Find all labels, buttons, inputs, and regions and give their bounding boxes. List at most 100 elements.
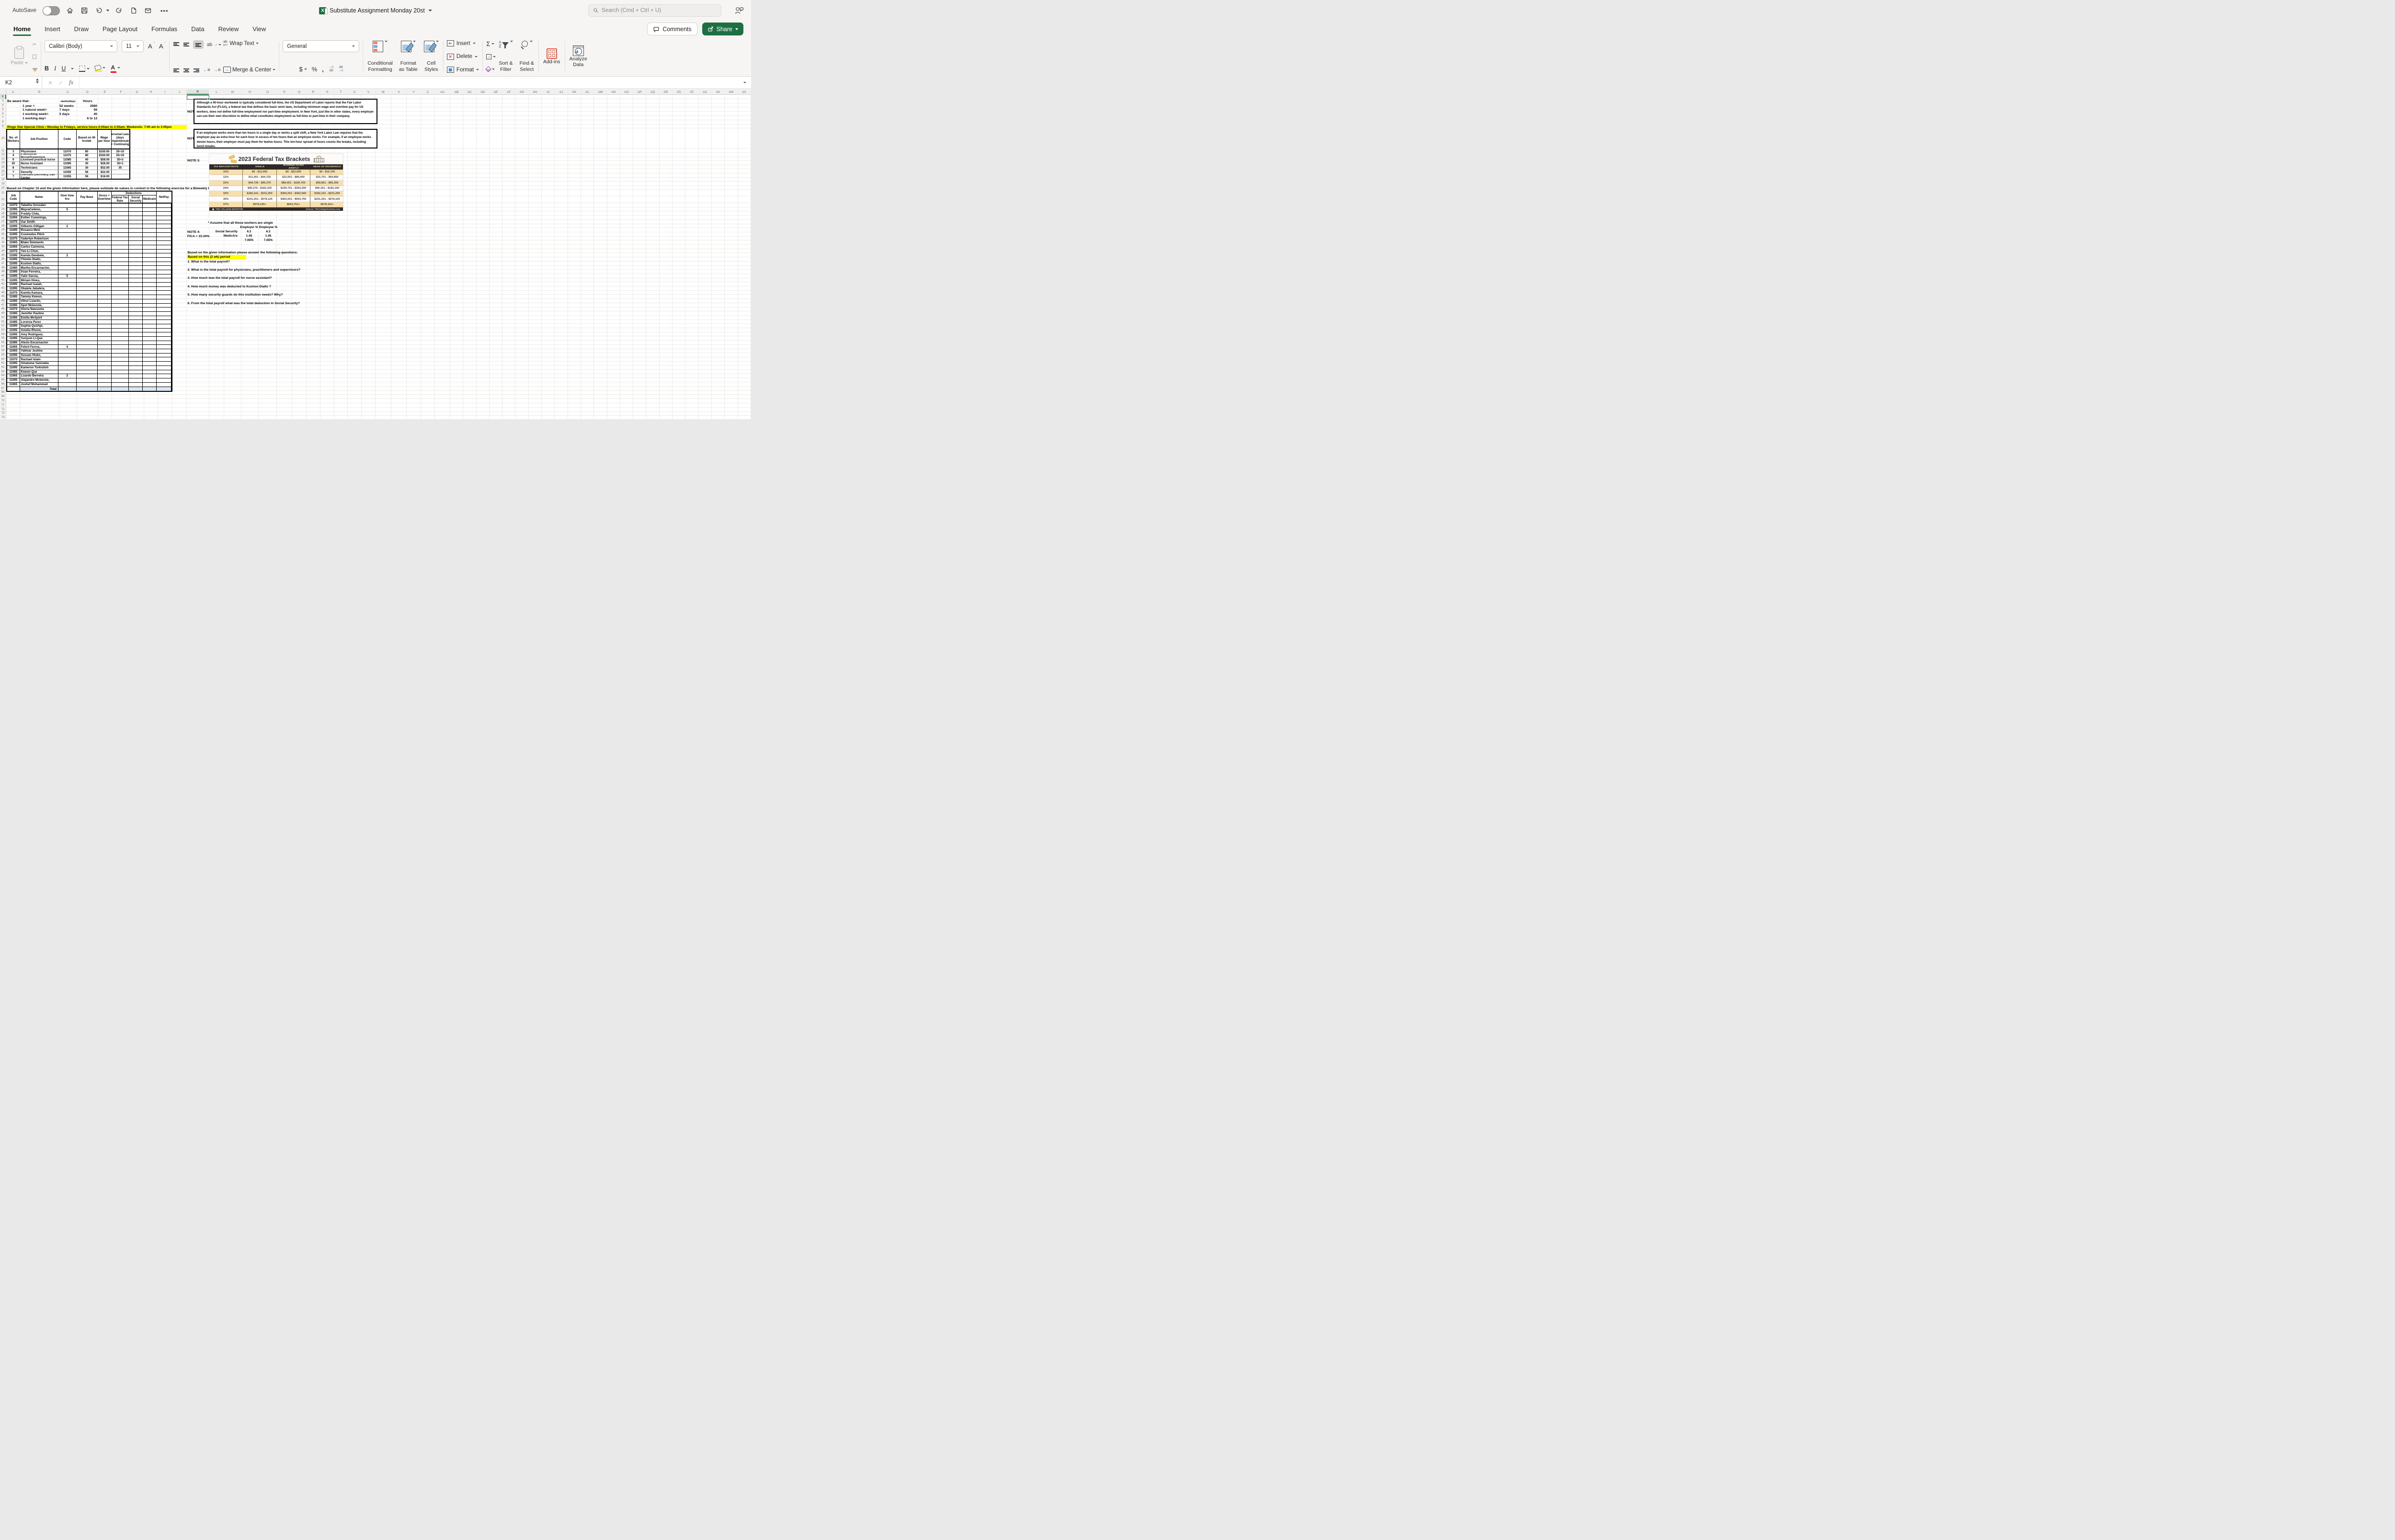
cell-pay-base[interactable]	[77, 286, 98, 291]
cell-overtime[interactable]	[58, 220, 77, 224]
cell-employee-name[interactable]: Rachael Isaiah,	[20, 283, 58, 286]
job-table-row[interactable]: 9 Licensed practical nurse 11085 40 $58.…	[7, 158, 129, 162]
row-header[interactable]: 28	[0, 224, 6, 228]
payroll-row[interactable]: 11095 Alejandro Mckenzie,	[7, 378, 171, 383]
cell-gross[interactable]	[98, 270, 112, 274]
align-left-button[interactable]	[173, 67, 180, 73]
tab-page-layout[interactable]: Page Layout	[102, 23, 138, 34]
column-header[interactable]: AP	[633, 90, 646, 95]
payroll-row[interactable]: 11075 Gar Smith	[7, 220, 171, 225]
cell-pay-base[interactable]	[77, 253, 98, 257]
cell-overtime[interactable]	[58, 228, 77, 232]
cell-medicare[interactable]	[143, 237, 157, 241]
cell-leave[interactable]: 35+10	[112, 149, 129, 153]
cell-social-security[interactable]	[129, 270, 143, 274]
column-header[interactable]: R	[307, 90, 320, 95]
cell-wage[interactable]: $58.00	[98, 158, 112, 162]
cell-netpay[interactable]	[157, 270, 171, 274]
cell-social-security[interactable]	[129, 357, 143, 362]
cell-job-code[interactable]: 11095	[7, 253, 20, 257]
column-header[interactable]: I	[158, 90, 172, 95]
cell-assume-single[interactable]: * Assume that all these workers are sing…	[208, 221, 273, 225]
cell-employee-name[interactable]: Thimilu Diallo,	[20, 257, 58, 262]
cell-netpay[interactable]	[157, 224, 171, 228]
row-header[interactable]: 58	[0, 348, 6, 353]
payroll-row[interactable]: 11085 Martha Encarnacion,	[7, 266, 171, 270]
cell-info-value[interactable]: 7 days	[59, 108, 69, 112]
cell-medicare[interactable]	[143, 207, 157, 212]
row-header[interactable]: 20	[0, 186, 6, 190]
cell-overtime[interactable]	[58, 212, 77, 216]
cell-federal-tax[interactable]	[112, 370, 129, 374]
cell-job-code[interactable]: 11070	[7, 357, 20, 362]
cell-job-code[interactable]: 11085	[7, 370, 20, 374]
payroll-row[interactable]: 11095 Yunyum Li-Que	[7, 337, 171, 341]
cell-medicare[interactable]	[143, 278, 157, 283]
cell-job-code[interactable]: 11085	[7, 266, 20, 270]
cell-federal-tax[interactable]	[112, 291, 129, 295]
cell-medicare[interactable]	[143, 374, 157, 378]
cell-chapter-instruction[interactable]: Based on Chapter 10 and the given inform…	[7, 187, 231, 190]
cell-gross[interactable]	[98, 357, 112, 362]
cell-federal-tax[interactable]	[112, 303, 129, 308]
cell-job-code[interactable]: 11075	[7, 249, 20, 253]
home-icon[interactable]	[66, 7, 74, 15]
cell-workers[interactable]: 20	[7, 162, 20, 166]
row-header[interactable]: 8	[0, 120, 6, 125]
cell-federal-tax[interactable]	[112, 332, 129, 336]
clinic-banner[interactable]: Ringo Star Special Clinic / Monday to Fr…	[6, 125, 187, 129]
cell-job-code[interactable]: 11095	[7, 228, 20, 232]
cell-medicare[interactable]	[143, 378, 157, 382]
cell-overtime[interactable]	[58, 362, 77, 365]
cell-federal-tax[interactable]	[112, 270, 129, 274]
cell-total-label[interactable]: Total	[20, 387, 58, 391]
number-format-select[interactable]: General	[283, 40, 360, 52]
column-header[interactable]: E	[98, 90, 112, 95]
cancel-entry-icon[interactable]: ✕	[48, 80, 53, 86]
cell-employee-name[interactable]: Coomodus Pitch	[20, 232, 58, 237]
cell-gross[interactable]	[98, 216, 112, 220]
cell-hours[interactable]: 80	[77, 153, 98, 158]
cell-federal-tax[interactable]	[112, 207, 129, 212]
row-header[interactable]: 65	[0, 377, 6, 382]
fill-color-button[interactable]	[94, 64, 106, 72]
cell-position[interactable]: Clericals (Secretary, Call Center	[20, 174, 58, 179]
cell-job-code[interactable]: 11065	[7, 349, 20, 353]
cell-pay-base[interactable]	[77, 311, 98, 316]
cell-pay-base[interactable]	[77, 378, 98, 382]
wrap-text-button[interactable]: ab c↩ Wrap Text	[223, 40, 259, 47]
column-header[interactable]: H	[144, 90, 158, 95]
cell-job-code[interactable]: 11085	[7, 341, 20, 345]
cell-employee-name[interactable]: Rosaura Metz	[20, 228, 58, 232]
fica-table[interactable]: Employer % Employee % Social Security 6.…	[212, 225, 278, 242]
row-header[interactable]: 27	[0, 219, 6, 224]
payroll-row[interactable]: 11085 Tammy Kweon,	[7, 295, 171, 299]
share-button[interactable]: Share	[702, 23, 743, 35]
cell-pay-base[interactable]	[77, 374, 98, 378]
cell-gross[interactable]	[98, 204, 112, 207]
cell-job-code[interactable]: 11085	[7, 303, 20, 308]
cell-medicare[interactable]	[143, 253, 157, 257]
row-header[interactable]: 30	[0, 232, 6, 237]
column-header[interactable]: B	[20, 90, 59, 95]
cell-gross[interactable]	[98, 345, 112, 349]
cell-job-code[interactable]: 11065	[7, 345, 20, 349]
autosum-button[interactable]: Σ	[486, 40, 496, 47]
cell-pay-base[interactable]	[77, 349, 98, 353]
column-header[interactable]: AJ	[555, 90, 568, 95]
cell-employee-name[interactable]: Emilia McSpirit	[20, 316, 58, 320]
tab-formulas[interactable]: Formulas	[151, 23, 178, 34]
format-as-table-button[interactable]: Format as Table	[398, 40, 419, 73]
cell-federal-tax[interactable]	[112, 345, 129, 349]
underline-chevron[interactable]	[71, 68, 74, 69]
question-item[interactable]: 4. How much money was deducted to Kushon…	[188, 285, 301, 293]
cell-netpay[interactable]	[157, 232, 171, 237]
payroll-row[interactable]: 11085 Kweon Que	[7, 370, 171, 375]
cell-fica-total-employee[interactable]: 7.65%	[259, 239, 278, 242]
cell-medicare[interactable]	[143, 286, 157, 291]
cell-federal-tax[interactable]	[112, 341, 129, 345]
cell-gross[interactable]	[98, 378, 112, 382]
cell-employee-name[interactable]: Kushon Diallo,	[20, 262, 58, 266]
row-header[interactable]: 52	[0, 323, 6, 328]
cell-employee-name[interactable]: Lizardo Berreira	[20, 374, 58, 378]
